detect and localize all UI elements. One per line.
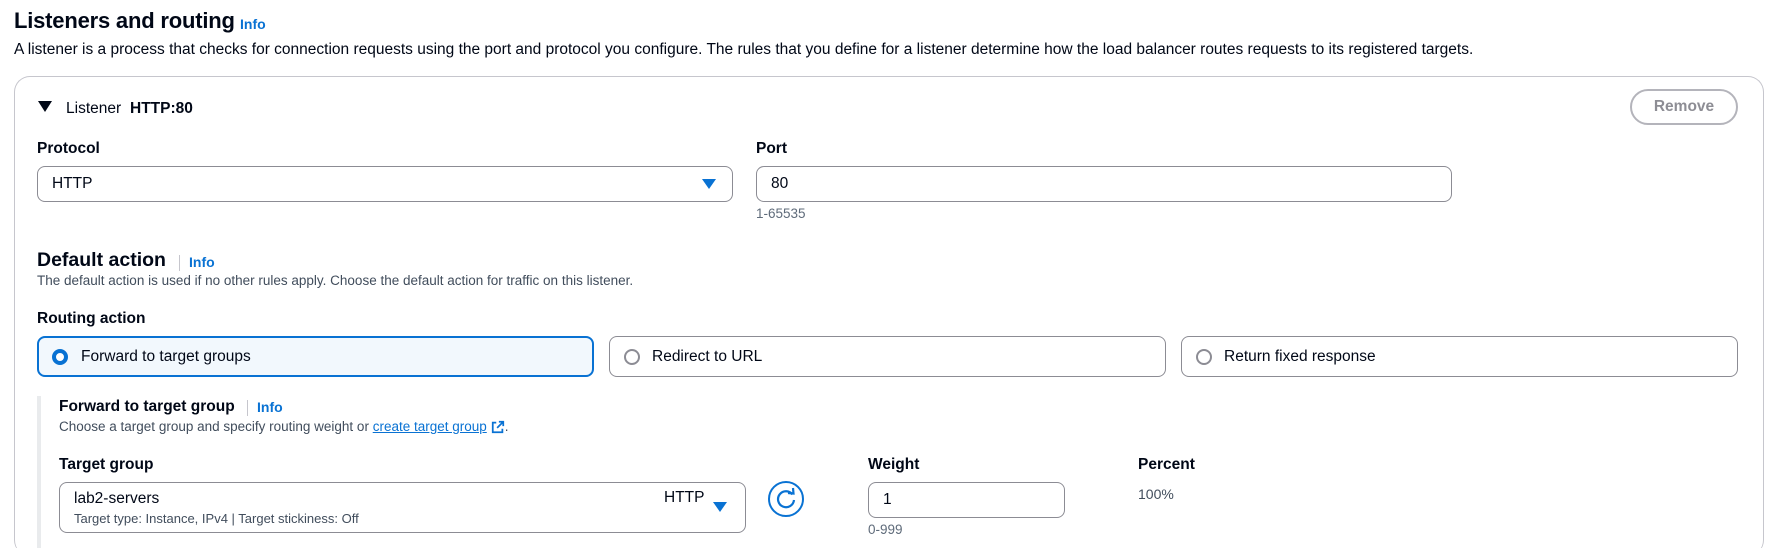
weight-input-value: 1	[883, 491, 892, 508]
section-info-link[interactable]: Info	[240, 16, 266, 32]
remove-listener-button[interactable]: Remove	[1630, 89, 1738, 125]
routing-option-forward[interactable]: Forward to target groups	[37, 336, 594, 377]
listener-name: HTTP:80	[130, 100, 193, 117]
target-group-label: Target group	[59, 456, 154, 473]
radio-icon[interactable]	[624, 349, 640, 365]
radio-icon[interactable]	[1196, 349, 1212, 365]
forward-title: Forward to target group	[59, 398, 235, 415]
target-group-meta: Target type: Instance, IPv4 | Target sti…	[74, 511, 359, 526]
weight-constraint-hint: 0-999	[868, 522, 903, 537]
percent-label: Percent	[1138, 456, 1195, 473]
external-link-icon[interactable]	[491, 420, 505, 434]
protocol-select-value: HTTP	[52, 175, 93, 192]
section-title: Listeners and routing	[14, 8, 235, 33]
percent-value: 100%	[1138, 486, 1174, 502]
routing-option-redirect[interactable]: Redirect to URL	[609, 336, 1166, 377]
routing-option-label: Return fixed response	[1224, 348, 1376, 365]
routing-action-label: Routing action	[37, 310, 146, 327]
create-target-group-link[interactable]: create target group	[373, 419, 487, 434]
port-input[interactable]: 80	[756, 166, 1452, 202]
forward-description-suffix: .	[504, 419, 509, 434]
port-input-value: 80	[771, 175, 789, 192]
listener-card	[14, 76, 1764, 548]
forward-info-link[interactable]: Info	[257, 399, 283, 415]
port-label: Port	[756, 140, 787, 157]
dropdown-arrow-icon	[713, 502, 727, 512]
routing-option-label: Redirect to URL	[652, 348, 763, 365]
forward-panel-bar	[37, 396, 41, 548]
section-description: A listener is a process that checks for …	[14, 41, 1474, 58]
target-group-name: lab2-servers	[74, 490, 160, 507]
default-action-info-link[interactable]: Info	[189, 254, 215, 270]
listener-label: Listener	[66, 100, 122, 117]
weight-label: Weight	[868, 456, 920, 473]
routing-option-fixed-response[interactable]: Return fixed response	[1181, 336, 1738, 377]
target-group-select[interactable]: lab2-servers Target type: Instance, IPv4…	[59, 482, 746, 533]
divider	[179, 255, 180, 271]
protocol-select[interactable]: HTTP	[37, 166, 733, 202]
radio-selected-icon[interactable]	[52, 349, 68, 365]
routing-option-label: Forward to target groups	[81, 348, 251, 365]
refresh-icon	[776, 487, 796, 509]
dropdown-arrow-icon	[702, 179, 716, 189]
protocol-label: Protocol	[37, 140, 100, 157]
target-group-protocol: HTTP	[664, 489, 705, 506]
default-action-title: Default action	[37, 249, 166, 271]
forward-description-text: Choose a target group and specify routin…	[59, 419, 373, 434]
forward-description: Choose a target group and specify routin…	[59, 419, 509, 434]
port-constraint-hint: 1-65535	[756, 206, 806, 221]
refresh-button[interactable]	[768, 481, 804, 517]
weight-input[interactable]: 1	[868, 482, 1065, 518]
default-action-description: The default action is used if no other r…	[37, 273, 634, 288]
caret-down-icon[interactable]	[38, 101, 52, 112]
divider	[247, 400, 248, 416]
